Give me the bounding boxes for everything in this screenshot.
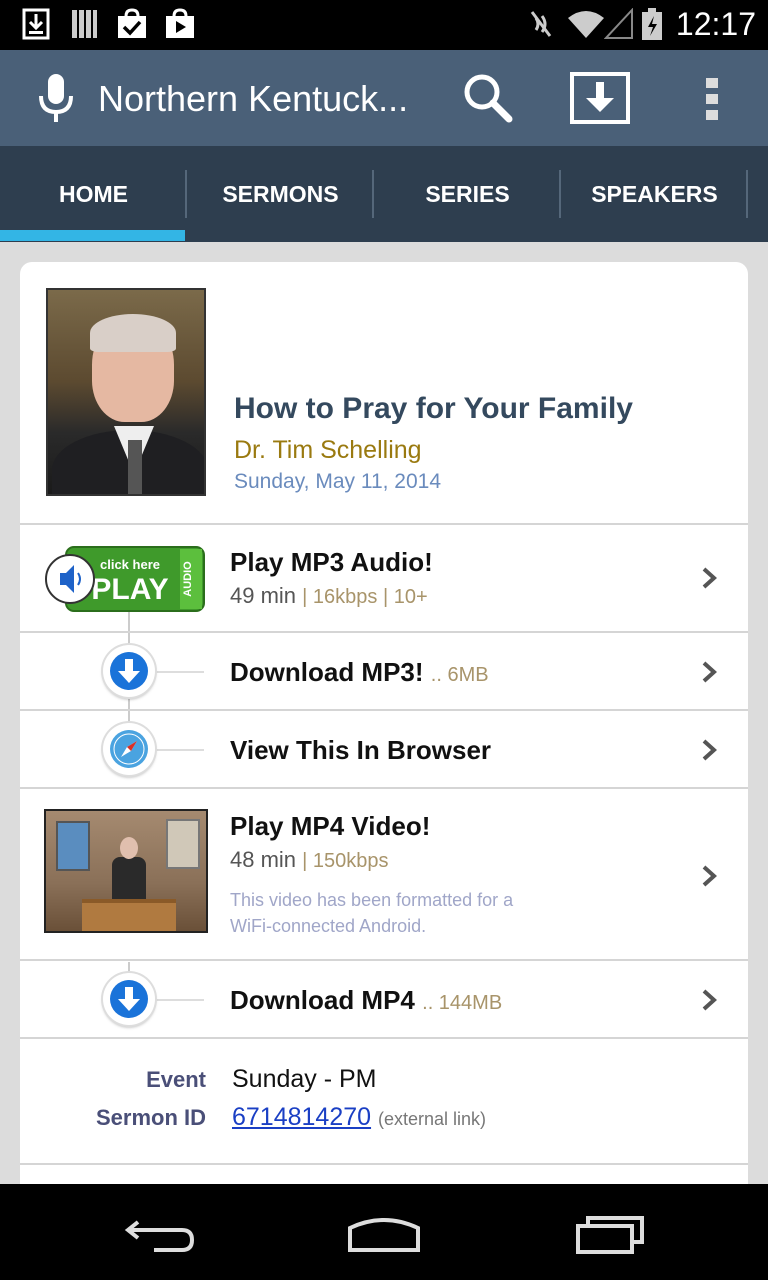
status-time: 12:17 [675, 6, 756, 42]
wifi-icon [568, 11, 604, 38]
download-mp3-text: Download MP3! [230, 657, 424, 687]
signal-icon [604, 8, 633, 39]
chevron-right-icon [702, 567, 717, 589]
tab-bar: HOME SERMONS SERIES SPEAKERS [0, 146, 768, 242]
tab-home[interactable]: HOME [0, 146, 187, 242]
play-mp4-row[interactable]: Play MP4 Video! 48 min | 150kbps This vi… [20, 787, 748, 959]
chevron-right-icon [702, 865, 717, 887]
mute-icon [530, 11, 552, 37]
video-thumbnail [44, 809, 208, 933]
sermon-id-value: 6714814270 (external link) [232, 1103, 486, 1132]
svg-text:AUDIO: AUDIO [182, 561, 194, 597]
play-mp3-details: 49 min | 16kbps | 10+ [230, 583, 428, 609]
sermon-id-link[interactable]: 6714814270 [232, 1103, 371, 1131]
speaker-photo [46, 288, 206, 496]
bag-check-icon [118, 8, 146, 38]
chevron-right-icon [702, 661, 717, 683]
microphone-icon[interactable] [36, 74, 76, 122]
tab-series[interactable]: SERIES [374, 146, 561, 242]
app-title: Northern Kentuck... [98, 78, 409, 119]
action-bar: Northern Kentuck... [0, 50, 768, 146]
play-store-icon [166, 8, 194, 38]
play-mp4-note: This video has been formatted for a WiFi… [230, 890, 514, 936]
download-circle-button [103, 645, 155, 697]
battery-icon [642, 8, 662, 40]
library-icon [72, 10, 97, 38]
download-mp3-size: .. 6MB [430, 664, 489, 686]
download-notification-icon [22, 8, 50, 40]
play-audio-badge-icon: AUDIO click here PLAY [45, 546, 205, 612]
recent-apps-icon[interactable] [574, 1214, 646, 1254]
play-mp3-duration: 49 min [230, 583, 297, 608]
download-icon[interactable] [570, 72, 630, 124]
svg-text:PLAY: PLAY [91, 573, 168, 606]
sermon-speaker[interactable]: Dr. Tim Schelling [234, 436, 422, 465]
tab-sermons[interactable]: SERMONS [187, 146, 374, 242]
play-mp3-row[interactable]: AUDIO click here PLAY Play MP3 Audio! 49… [20, 523, 748, 631]
sermon-title: How to Pray for Your Family [234, 392, 633, 425]
download-mp4-row[interactable]: Download MP4 .. 144MB [20, 959, 748, 1037]
chevron-right-icon [702, 989, 717, 1011]
tab-speakers[interactable]: SPEAKERS [561, 146, 748, 242]
status-bar: 12:17 [0, 0, 768, 50]
play-mp3-label: Play MP3 Audio! [230, 547, 433, 577]
connector-line [154, 999, 204, 1001]
tab-active-indicator [0, 230, 185, 241]
sermon-card: How to Pray for Your Family Dr. Tim Sche… [20, 262, 748, 1202]
event-label: Event [146, 1067, 206, 1092]
compass-icon [110, 730, 148, 768]
svg-text:click here: click here [100, 557, 160, 572]
play-mp4-label: Play MP4 Video! [230, 811, 431, 841]
connector-line [154, 671, 204, 673]
search-icon[interactable] [462, 72, 514, 124]
download-mp4-size: .. 144MB [422, 992, 503, 1014]
navigation-bar [0, 1184, 768, 1280]
play-mp3-meta: | 16kbps | 10+ [302, 586, 428, 608]
download-circle-button [103, 973, 155, 1025]
download-arrow-icon [110, 652, 148, 690]
external-link-note: (external link) [378, 1109, 487, 1129]
download-mp3-label: Download MP3! .. 6MB [230, 657, 489, 688]
details-section: Event Sunday - PM Sermon ID 6714814270 (… [20, 1037, 748, 1163]
play-mp4-details: 48 min | 150kbps [230, 847, 389, 873]
back-icon[interactable] [124, 1214, 196, 1254]
download-arrow-icon [110, 980, 148, 1018]
event-value: Sunday - PM [232, 1065, 377, 1093]
play-mp4-duration: 48 min [230, 847, 297, 872]
download-mp4-label: Download MP4 .. 144MB [230, 985, 502, 1016]
home-icon[interactable] [346, 1214, 422, 1254]
download-mp4-text: Download MP4 [230, 985, 415, 1015]
overflow-menu-icon[interactable] [702, 72, 722, 124]
chevron-right-icon [702, 739, 717, 761]
connector-line [154, 749, 204, 751]
sermon-date: Sunday, May 11, 2014 [234, 470, 442, 493]
browser-circle-button [103, 723, 155, 775]
tab-divider [746, 170, 748, 218]
download-mp3-row[interactable]: Download MP3! .. 6MB [20, 631, 748, 709]
view-browser-row[interactable]: View This In Browser [20, 709, 748, 787]
sermon-header: How to Pray for Your Family Dr. Tim Sche… [20, 262, 748, 524]
view-browser-label: View This In Browser [230, 735, 492, 765]
sermon-id-label: Sermon ID [95, 1105, 206, 1130]
play-mp4-meta: | 150kbps [302, 850, 389, 872]
